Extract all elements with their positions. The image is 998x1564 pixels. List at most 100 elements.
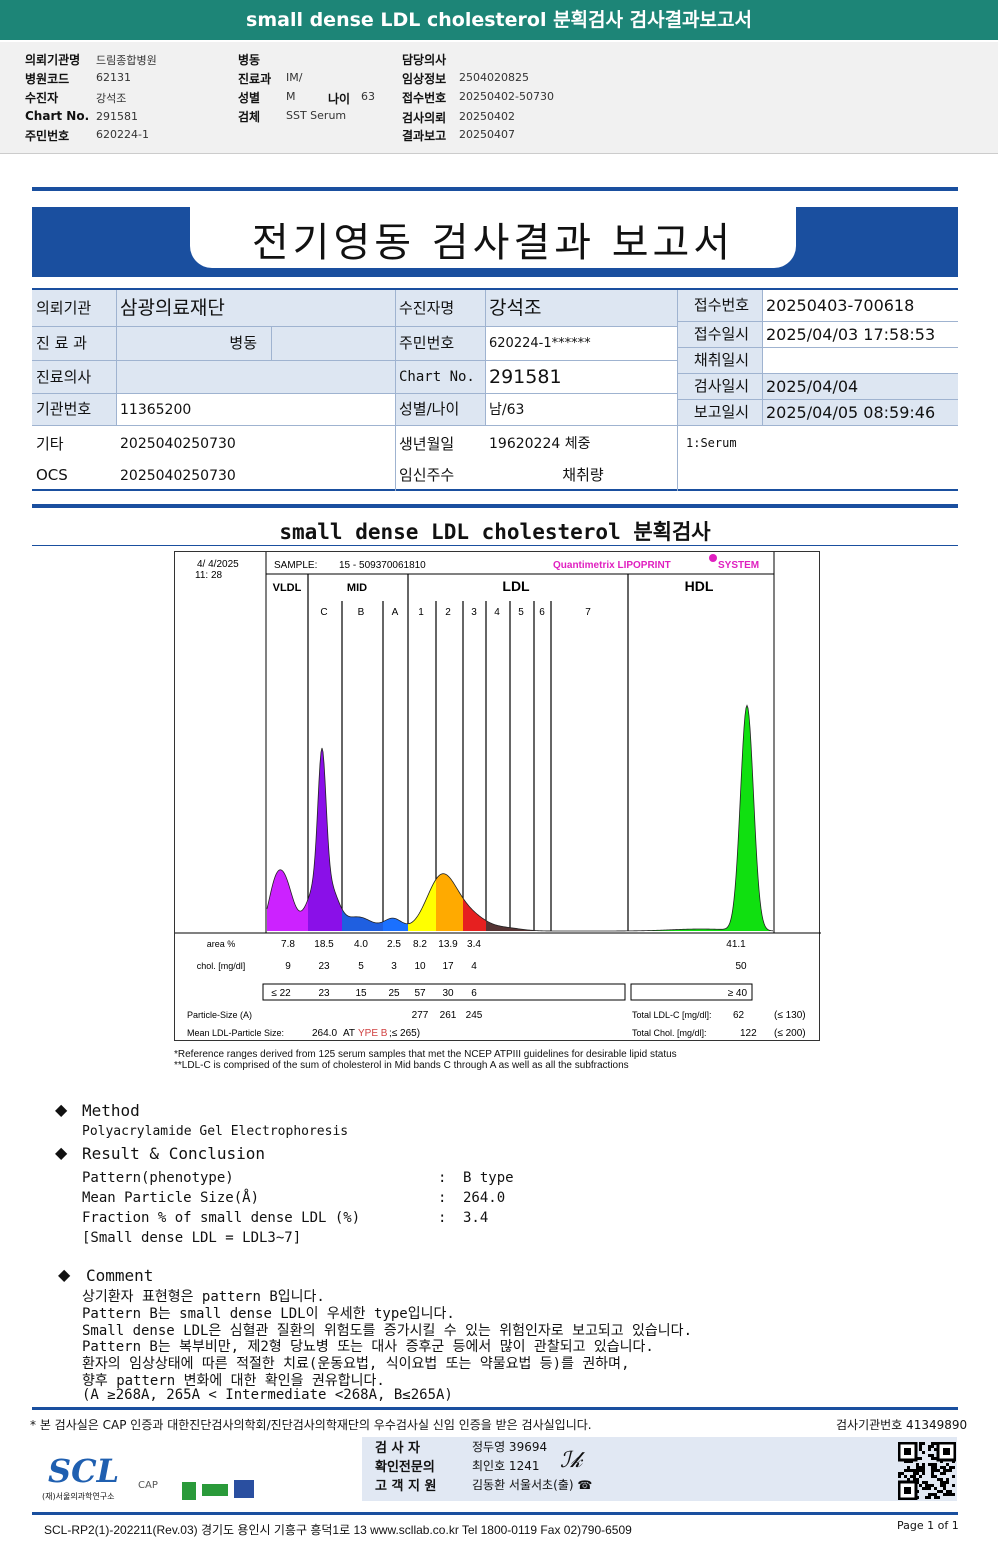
doctor-value bbox=[116, 361, 395, 394]
institution-no-value: 11365200 bbox=[116, 394, 395, 426]
size-value: 245 bbox=[466, 1010, 483, 1021]
fraction-fill bbox=[267, 705, 308, 931]
total-chol-label: Total Chol. [mg/dl]: bbox=[632, 1028, 707, 1038]
tester-label: 검 사 자 bbox=[375, 1441, 420, 1456]
label: 주민번호 bbox=[395, 327, 485, 361]
group-label: HDL bbox=[685, 578, 714, 594]
ref-value: ≤ 22 bbox=[271, 988, 291, 999]
certification-logo bbox=[202, 1484, 228, 1496]
info-label: 담당의사 bbox=[402, 53, 447, 67]
ref-value: 57 bbox=[414, 988, 426, 999]
label: 진료의사 bbox=[32, 361, 116, 394]
divider bbox=[32, 187, 958, 191]
ref-hdl: ≥ 40 bbox=[728, 988, 748, 999]
info-value: 20250402 bbox=[459, 110, 515, 123]
divider bbox=[32, 1407, 958, 1410]
info-value: 620224-1 bbox=[96, 128, 149, 141]
diamond-icon: ◆ bbox=[58, 1265, 71, 1284]
sample-id: 15 - 509370061810 bbox=[339, 560, 426, 571]
certification-logo bbox=[234, 1480, 254, 1498]
total-chol: 122 bbox=[740, 1028, 757, 1039]
lipoprint-chart: 4/ 4/2025 11: 28 SAMPLE: 15 - 509370061810 Q… bbox=[174, 551, 821, 1041]
chol-value: 5 bbox=[358, 961, 364, 972]
label: 보고일시 bbox=[677, 400, 762, 426]
report-title: 전기영동 검사결과 보고서 bbox=[251, 220, 735, 266]
info-label: 결과보고 bbox=[402, 129, 447, 143]
band-label: 3 bbox=[471, 607, 477, 618]
area-value: 2.5 bbox=[387, 939, 401, 950]
label: 기타 bbox=[36, 434, 64, 453]
patient-table: 의뢰기관 삼광의료재단 진 료 과 병동 진료의사 기관번호 11365200 … bbox=[32, 288, 958, 491]
footer-address: SCL-RP2(1)-202211(Rev.03) 경기도 용인시 기흥구 흥덕… bbox=[44, 1523, 632, 1537]
info-value: IM/ bbox=[286, 71, 303, 84]
ward-value: 병동 bbox=[116, 327, 271, 361]
area-value: 18.5 bbox=[314, 939, 334, 950]
fraction-fill bbox=[628, 705, 773, 931]
mean-value: 264.0 bbox=[312, 1028, 337, 1039]
ref-value: 30 bbox=[442, 988, 454, 999]
specimen-value: 1:Serum bbox=[686, 436, 737, 450]
chart-no-value: 291581 bbox=[485, 361, 677, 394]
volume-label: 채취량 bbox=[562, 466, 604, 484]
sample-label: SAMPLE: bbox=[274, 560, 317, 571]
ref-value: 25 bbox=[388, 988, 400, 999]
page-number: Page 1 of 1 bbox=[897, 1519, 959, 1532]
chol-value: 4 bbox=[471, 961, 477, 972]
area-label: area % bbox=[207, 939, 236, 949]
label: 접수번호 bbox=[677, 290, 762, 322]
footnote: **LDL-C is comprised of the sum of chole… bbox=[174, 1060, 629, 1071]
result-value: 3.4 bbox=[463, 1210, 489, 1226]
ocs-value: 2025040250730 bbox=[120, 467, 236, 484]
area-value: 8.2 bbox=[413, 939, 427, 950]
mean-label: Mean LDL-Particle Size: bbox=[187, 1028, 284, 1038]
area-value: 4.0 bbox=[354, 939, 368, 950]
band-label: C bbox=[320, 607, 327, 618]
section-title: small dense LDL cholesterol 분획검사 bbox=[279, 520, 711, 544]
divider bbox=[32, 545, 958, 546]
area-hdl: 41.1 bbox=[726, 939, 746, 950]
confirm-value: 최인호 1241 bbox=[472, 1459, 540, 1473]
diamond-icon: ◆ bbox=[55, 1143, 68, 1162]
info-value: 20250402-50730 bbox=[459, 90, 554, 103]
info-label: 수진자 bbox=[25, 91, 59, 105]
label: 검사일시 bbox=[677, 374, 762, 400]
size-value: 261 bbox=[440, 1010, 457, 1021]
band-label: 6 bbox=[539, 607, 545, 618]
label: 채취일시 bbox=[677, 348, 762, 374]
band-label: A bbox=[392, 607, 399, 618]
chol-value: 17 bbox=[442, 961, 454, 972]
label: 접수일시 bbox=[677, 322, 762, 348]
group-label: LDL bbox=[502, 578, 530, 594]
ref-value: 15 bbox=[355, 988, 367, 999]
info-value: 2504020825 bbox=[459, 71, 529, 84]
label: 임신주수 bbox=[399, 466, 455, 484]
group-label: VLDL bbox=[273, 582, 302, 594]
label: OCS bbox=[36, 466, 68, 484]
info-label: 검사의뢰 bbox=[402, 111, 447, 125]
reported-value: 2025/04/05 08:59:46 bbox=[762, 400, 958, 426]
info-value: 62131 bbox=[96, 71, 131, 84]
comment-title: Comment bbox=[86, 1266, 154, 1285]
certification-text: * 본 검사실은 CAP 인증과 대한진단검사의학회/진단검사의학재단의 우수검… bbox=[30, 1418, 592, 1432]
cap-logo: CAP bbox=[138, 1480, 158, 1491]
info-label: Chart No. bbox=[25, 109, 90, 123]
divider bbox=[32, 504, 958, 508]
size-value: 277 bbox=[412, 1010, 429, 1021]
received-value: 2025/04/03 17:58:53 bbox=[762, 322, 958, 348]
registered-icon bbox=[709, 554, 717, 562]
ref-value: 23 bbox=[318, 988, 330, 999]
birth-date-value: 19620224 체중 bbox=[489, 436, 591, 452]
dept-value bbox=[271, 327, 395, 361]
info-label: 임상정보 bbox=[402, 72, 447, 86]
scl-logo: SCL bbox=[48, 1452, 120, 1490]
chol-value: 23 bbox=[318, 961, 330, 972]
footnote: *Reference ranges derived from 125 serum… bbox=[174, 1049, 677, 1060]
result-value: B type bbox=[463, 1170, 514, 1186]
fraction-fill bbox=[486, 705, 628, 931]
result-key: Pattern(phenotype) bbox=[82, 1170, 234, 1186]
result-note: [Small dense LDL = LDL3~7] bbox=[82, 1230, 302, 1246]
chol-label: chol. [mg/dl] bbox=[197, 961, 246, 971]
info-label: 접수번호 bbox=[402, 91, 447, 105]
info-value: 강석조 bbox=[96, 92, 127, 105]
certification-logo bbox=[182, 1482, 196, 1500]
